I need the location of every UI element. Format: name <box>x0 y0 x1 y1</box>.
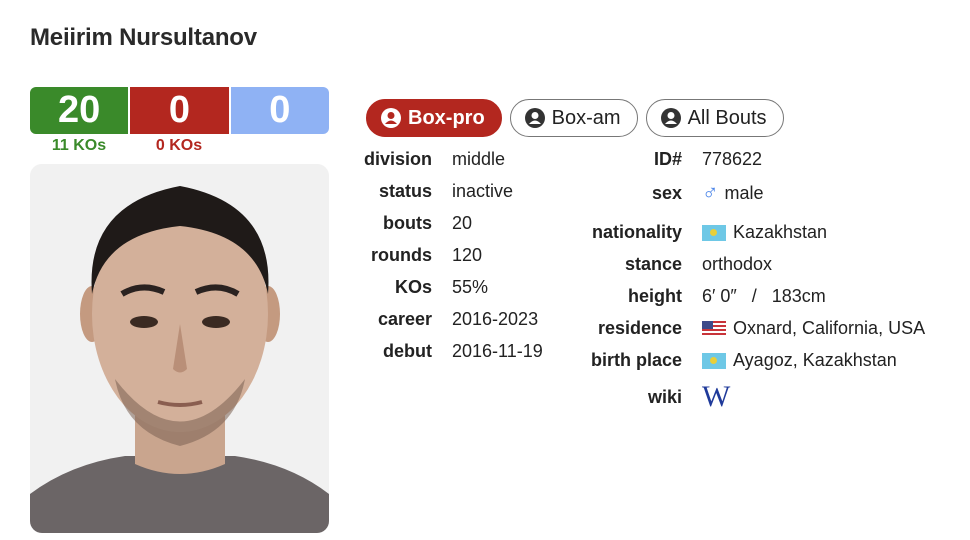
info-label: KOs <box>394 277 432 297</box>
info-value[interactable]: Ayagoz, Kazakhstan <box>733 350 897 371</box>
info-row-nationality: nationality Kazakhstan <box>560 222 827 243</box>
tab-label: Box-pro <box>408 106 485 129</box>
tab-box-pro[interactable]: Box-pro <box>366 99 502 137</box>
info-label: career <box>377 309 432 329</box>
tab-all-bouts[interactable]: All Bouts <box>645 99 784 137</box>
info-label: sex <box>651 182 682 203</box>
wikipedia-icon[interactable]: W <box>702 380 730 414</box>
user-icon <box>381 108 401 128</box>
info-label: birth place <box>590 350 682 370</box>
info-value: 2016-11-19 <box>452 341 543 361</box>
kazakhstan-flag-icon <box>702 352 726 369</box>
info-label: debut <box>383 341 432 361</box>
info-row-bouts: bouts 20 <box>330 213 472 234</box>
info-row-wiki: wiki W <box>560 380 730 414</box>
win-kos: 11 KOs <box>51 137 107 154</box>
user-icon <box>524 108 545 128</box>
info-row-sex: sex ♂ male <box>560 180 764 206</box>
info-row-height: height 6′ 0″ / 183cm <box>560 286 826 307</box>
info-value: 778622 <box>702 149 763 169</box>
tab-box-am[interactable]: Box-am <box>509 99 638 137</box>
male-icon: ♂ <box>702 180 719 205</box>
info-value: 120 <box>452 245 483 265</box>
info-row-id: ID# 778622 <box>560 149 762 170</box>
tab-label: All Bouts <box>687 106 767 129</box>
losses-count: 0 <box>130 87 229 134</box>
info-value[interactable]: Kazakhstan <box>733 222 827 243</box>
info-label: rounds <box>371 245 432 265</box>
info-value[interactable]: Oxnard, California, USA <box>733 318 925 339</box>
user-icon <box>660 108 681 128</box>
info-row-debut: debut 2016-11-19 <box>330 341 543 362</box>
info-label: residence <box>597 318 682 338</box>
boxer-name: Meiirim Nursultanov <box>30 24 257 51</box>
info-row-rounds: rounds 120 <box>330 245 482 266</box>
info-label: height <box>628 286 682 306</box>
info-row-kos: KOs 55% <box>330 277 488 298</box>
info-label: nationality <box>591 222 682 242</box>
info-row-division: division middle <box>330 149 505 170</box>
kos-row: 11 KOs 0 KOs <box>30 137 329 157</box>
info-label: stance <box>624 254 682 274</box>
record-bar: 20 0 0 <box>30 87 329 134</box>
info-value: orthodox <box>702 254 773 274</box>
info-label: division <box>363 149 432 169</box>
info-value: male <box>724 182 764 203</box>
usa-flag-icon <box>702 320 726 337</box>
info-value: 20 <box>452 213 473 233</box>
info-value: 6′ 0″ / 183cm <box>702 286 826 306</box>
info-label: wiki <box>647 386 682 407</box>
info-value: 55% <box>452 277 489 297</box>
info-row-stance: stance orthodox <box>560 254 772 275</box>
info-row-residence: residence Oxnard, California, USA <box>560 318 925 339</box>
record-tabs: Box-pro Box-am All Bouts <box>366 99 784 137</box>
info-value: inactive <box>452 181 514 201</box>
info-value: 2016-2023 <box>452 309 539 329</box>
info-row-birth-place: birth place Ayagoz, Kazakhstan <box>560 350 897 371</box>
info-value: middle <box>452 149 506 169</box>
info-row-status: status inactive <box>330 181 513 202</box>
tab-label: Box-am <box>551 106 621 129</box>
info-row-career: career 2016-2023 <box>330 309 538 330</box>
info-label: ID# <box>653 149 682 169</box>
info-label: status <box>378 181 432 201</box>
info-label: bouts <box>383 213 432 233</box>
boxer-photo <box>30 164 329 533</box>
draws-count: 0 <box>230 87 329 134</box>
loss-kos: 0 KOs <box>155 137 203 154</box>
kazakhstan-flag-icon <box>702 224 726 241</box>
wins-count: 20 <box>30 87 129 134</box>
